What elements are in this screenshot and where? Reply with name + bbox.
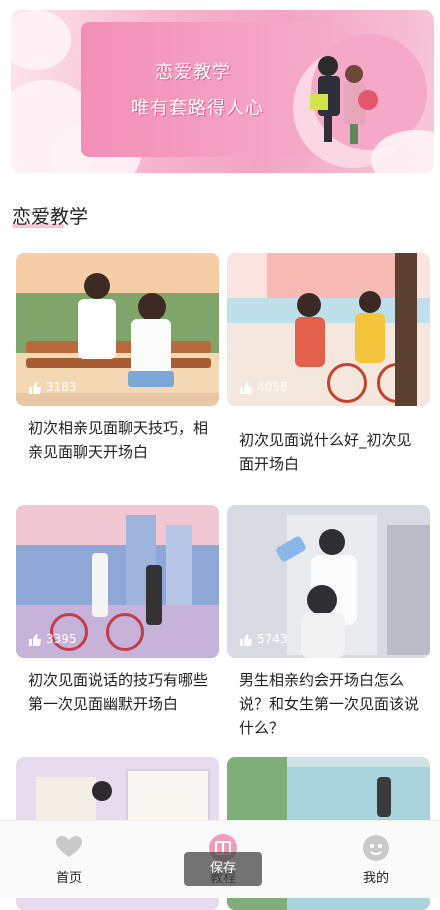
like-count: 5743 [239, 632, 288, 646]
thumb-girl-skirt [128, 371, 174, 387]
article-title[interactable]: 男生相亲约会开场白怎么说？和女生第一次见面该说什么？ [239, 668, 419, 740]
thumbs-up-icon [240, 633, 252, 646]
thumb-girl-head [307, 585, 337, 615]
article-thumbnail[interactable]: 4058 [227, 253, 430, 406]
tab-home-label: 首页 [55, 871, 82, 886]
article-title[interactable]: 初次相亲见面聊天技巧，相亲见面聊天开场白 [28, 416, 208, 464]
thumb-bench [26, 341, 211, 353]
section-title: 恋爱教学 [12, 206, 89, 228]
thumb-tower [166, 525, 192, 605]
article-thumbnail[interactable]: 3183 [16, 253, 219, 406]
thumb-girl [301, 613, 345, 658]
tab-home[interactable]: 首页 [19, 821, 119, 898]
save-toast: 保存 [184, 852, 262, 886]
couple-illustration [310, 56, 378, 144]
thumb-boy-head [359, 291, 381, 313]
thumb-girl-head [297, 293, 321, 317]
like-count: 3395 [28, 632, 77, 646]
article-thumbnail[interactable]: 3395 [16, 505, 219, 658]
banner[interactable]: 恋爱教学 唯有套路得人心 [11, 10, 434, 173]
like-count-value: 3183 [46, 380, 77, 394]
tab-mine-label: 我的 [362, 871, 389, 886]
thumb-bike-wheel [106, 613, 144, 651]
thumb-person-head [92, 781, 112, 801]
thumb-boy [92, 553, 108, 617]
thumb-bike-wheel [327, 363, 367, 403]
like-count: 4058 [239, 380, 288, 394]
thumb-boy-head [319, 529, 345, 555]
thumb-bench [26, 358, 211, 368]
thumb-girl-head [138, 293, 166, 321]
like-count: 3183 [28, 380, 77, 394]
user-face-icon [363, 835, 389, 861]
article-thumbnail[interactable]: 5743 [227, 505, 430, 658]
thumbs-up-icon [240, 381, 252, 394]
thumbs-up-icon [29, 381, 41, 394]
like-count-value: 4058 [257, 380, 288, 394]
article-title[interactable]: 初次见面说什么好_初次见面开场白 [239, 428, 419, 476]
thumb-girl [131, 319, 171, 379]
thumb-boy-head [84, 273, 110, 299]
thumb-boy [355, 313, 385, 363]
article-title[interactable]: 初次见面说话的技巧有哪些 第一次见面幽默开场白 [28, 668, 208, 716]
banner-subheadline: 唯有套路得人心 [131, 98, 264, 119]
thumb-girl [295, 317, 325, 367]
heart-icon [56, 836, 82, 857]
like-count-value: 3395 [46, 632, 77, 646]
thumb-boy [78, 299, 116, 359]
like-count-value: 5743 [257, 632, 288, 646]
thumb-person [377, 777, 391, 817]
thumbs-up-icon [29, 633, 41, 646]
banner-headline: 恋爱教学 [155, 62, 231, 83]
thumb-tree [395, 253, 417, 406]
thumb-girl [146, 565, 162, 625]
thumb-ground [16, 393, 219, 406]
thumb-shelf [387, 525, 430, 655]
banner-cloud [11, 10, 71, 70]
tab-mine[interactable]: 我的 [326, 821, 426, 898]
